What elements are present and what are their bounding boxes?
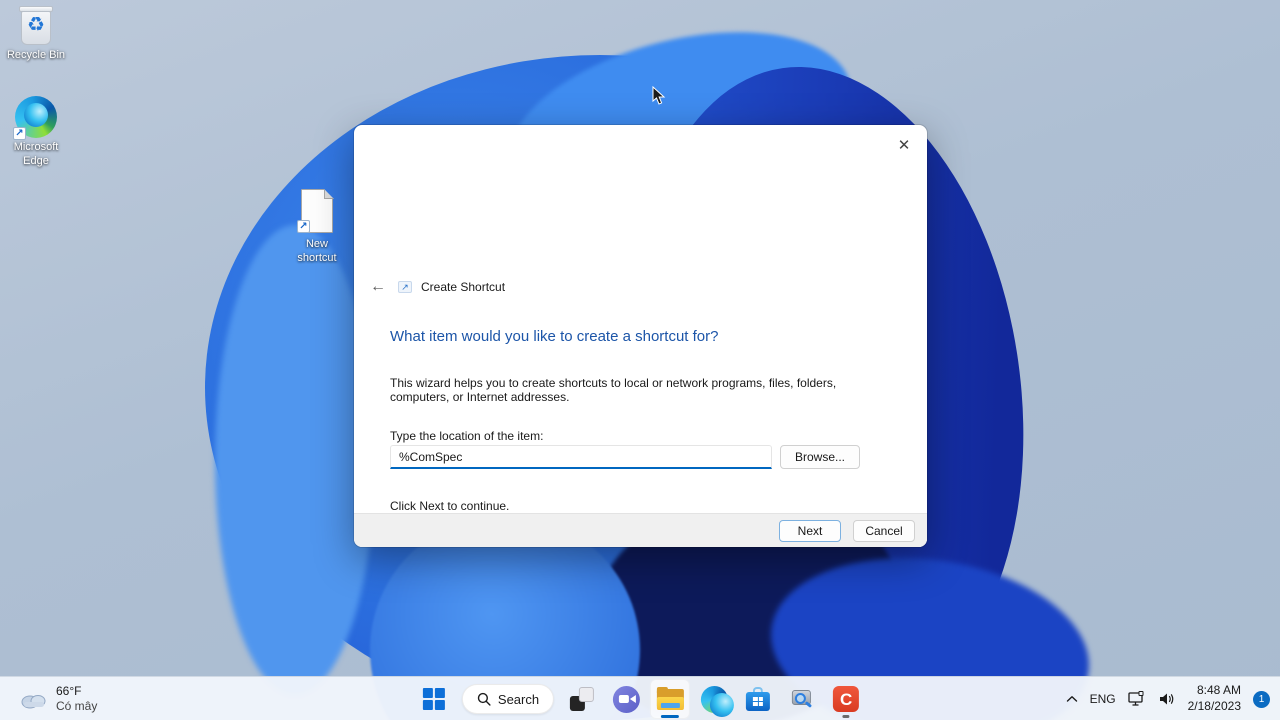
camtasia-button[interactable]: C bbox=[826, 679, 866, 719]
cancel-button[interactable]: Cancel bbox=[853, 520, 915, 542]
desktop-icon-label: New shortcut bbox=[297, 238, 337, 264]
search-icon bbox=[477, 692, 491, 706]
task-view-icon bbox=[570, 687, 595, 711]
dialog-description: This wizard helps you to create shortcut… bbox=[390, 376, 837, 405]
search-box[interactable]: Search bbox=[461, 684, 555, 714]
tray-time: 8:48 AM bbox=[1196, 683, 1241, 698]
start-button[interactable] bbox=[414, 679, 454, 719]
running-app-indicator bbox=[842, 715, 850, 718]
wallpaper-bloom-left-rim bbox=[215, 225, 375, 695]
weather-condition: Có mây bbox=[56, 699, 98, 713]
tray-date: 2/18/2023 bbox=[1187, 699, 1241, 713]
notification-badge[interactable]: 1 bbox=[1253, 690, 1270, 708]
shortcut-app-icon: ↗ bbox=[398, 281, 412, 293]
browse-button[interactable]: Browse... bbox=[780, 445, 860, 469]
chat-icon bbox=[612, 685, 640, 713]
dialog-footer: Next Cancel bbox=[354, 513, 927, 547]
microsoft-store-icon bbox=[746, 687, 771, 711]
back-arrow-icon[interactable]: ← bbox=[367, 278, 389, 296]
taskbar: 66°F Có mây Search C ENG 8:48 AM 2/18/20… bbox=[0, 676, 1280, 720]
dialog-heading: What item would you like to create a sho… bbox=[390, 328, 719, 345]
shortcut-arrow-badge: ↗ bbox=[297, 220, 310, 233]
blank-file-icon: ↗ bbox=[297, 189, 335, 235]
close-icon[interactable]: ✕ bbox=[888, 130, 920, 160]
windows-logo-icon bbox=[422, 688, 445, 710]
file-explorer-icon bbox=[656, 686, 684, 710]
tray-chevron-icon[interactable] bbox=[1066, 695, 1078, 703]
location-label: Type the location of the item: bbox=[390, 429, 544, 443]
shortcut-arrow-badge: ↗ bbox=[13, 127, 26, 140]
task-view-button[interactable] bbox=[562, 679, 602, 719]
edge-taskbar-button[interactable] bbox=[694, 679, 734, 719]
file-explorer-button[interactable] bbox=[650, 679, 691, 719]
edge-shortcut[interactable]: ↗ Microsoft Edge bbox=[4, 96, 68, 169]
recycle-bin-icon: ♻ bbox=[18, 6, 54, 46]
dialog-title: Create Shortcut bbox=[421, 280, 506, 294]
volume-icon[interactable] bbox=[1159, 692, 1176, 706]
chat-button[interactable] bbox=[606, 679, 646, 719]
desktop-icon-label: Microsoft Edge bbox=[13, 141, 59, 167]
search-label: Search bbox=[497, 691, 540, 707]
new-shortcut-file[interactable]: ↗ New shortcut bbox=[285, 189, 349, 266]
clock[interactable]: 8:48 AM 2/18/2023 bbox=[1188, 683, 1241, 714]
system-tool-button[interactable] bbox=[782, 679, 822, 719]
active-app-indicator bbox=[661, 715, 680, 718]
store-button[interactable] bbox=[738, 679, 778, 719]
edge-icon: ↗ bbox=[13, 96, 57, 140]
create-shortcut-dialog: ✕ ← ↗ Create Shortcut What item would yo… bbox=[354, 125, 927, 547]
weather-temp: 66°F bbox=[56, 684, 82, 698]
language-indicator[interactable]: ENG bbox=[1090, 692, 1116, 706]
magnifier-tool-icon bbox=[790, 687, 814, 711]
location-input[interactable] bbox=[390, 445, 772, 469]
network-icon[interactable] bbox=[1127, 691, 1147, 707]
camtasia-icon: C bbox=[833, 686, 860, 712]
mouse-cursor bbox=[652, 85, 668, 111]
next-button[interactable]: Next bbox=[779, 520, 841, 542]
edge-icon bbox=[700, 685, 734, 717]
recycle-bin-shortcut[interactable]: ♻ Recycle Bin bbox=[4, 6, 68, 63]
next-hint-text: Click Next to continue. bbox=[390, 499, 510, 513]
weather-widget[interactable]: 66°F Có mây bbox=[12, 677, 105, 720]
desktop-icon-label: Recycle Bin bbox=[6, 49, 66, 61]
cloud-icon bbox=[21, 694, 46, 708]
